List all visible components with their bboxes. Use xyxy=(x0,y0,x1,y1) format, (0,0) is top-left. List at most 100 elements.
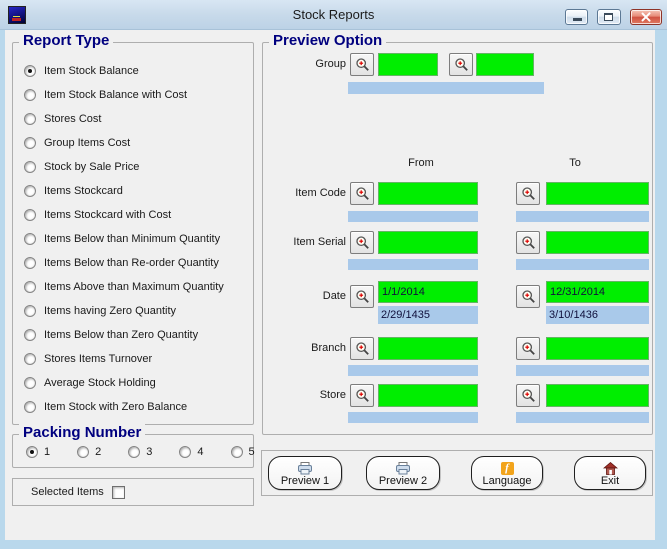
branch-from-field[interactable] xyxy=(378,337,478,360)
radio-icon xyxy=(24,353,36,365)
store-from-description-bar xyxy=(348,412,478,423)
exit-label: Exit xyxy=(601,475,619,487)
group-label: Group xyxy=(263,58,346,70)
preview-1-button[interactable]: Preview 1 xyxy=(268,456,342,490)
radio-icon xyxy=(231,446,243,458)
radio-icon xyxy=(24,377,36,389)
store-to-lookup-button[interactable] xyxy=(516,384,540,407)
preview-2-button[interactable]: Preview 2 xyxy=(366,456,440,490)
to-column-header: To xyxy=(535,157,615,169)
date-from-hijri-field: 2/29/1435 xyxy=(378,306,478,324)
magnifier-zoom-icon xyxy=(454,57,469,72)
item-code-to-field[interactable] xyxy=(546,182,649,205)
packing-radio-1[interactable]: 1 xyxy=(26,446,50,458)
selected-items-panel: Selected Items xyxy=(12,478,254,506)
magnifier-zoom-icon xyxy=(521,235,536,250)
radio-item-stock-balance-with-cost[interactable]: Item Stock Balance with Cost xyxy=(13,83,253,107)
radio-icon xyxy=(24,305,36,317)
minimize-button[interactable] xyxy=(565,9,588,25)
date-from-lookup-button[interactable] xyxy=(350,285,374,308)
radio-item-stock-zero-balance[interactable]: Item Stock with Zero Balance xyxy=(13,395,253,419)
packing-radio-5[interactable]: 5 xyxy=(231,446,255,458)
date-from-field[interactable]: 1/1/2014 xyxy=(378,281,478,303)
store-from-field[interactable] xyxy=(378,384,478,407)
radio-icon xyxy=(24,281,36,293)
store-to-field[interactable] xyxy=(546,384,649,407)
store-from-lookup-button[interactable] xyxy=(350,384,374,407)
exit-button[interactable]: Exit xyxy=(574,456,646,490)
store-to-description-bar xyxy=(516,412,649,423)
radio-icon xyxy=(24,233,36,245)
item-serial-from-description-bar xyxy=(348,259,478,270)
item-serial-from-lookup-button[interactable] xyxy=(350,231,374,254)
group-from-field[interactable] xyxy=(378,53,438,76)
magnifier-zoom-icon xyxy=(521,186,536,201)
packing-number-title: Packing Number xyxy=(19,424,145,441)
radio-icon xyxy=(24,209,36,221)
date-to-hijri-field: 3/10/1436 xyxy=(546,306,649,324)
packing-radio-2[interactable]: 2 xyxy=(77,446,101,458)
magnifier-zoom-icon xyxy=(355,235,370,250)
selected-items-label: Selected Items xyxy=(31,486,104,498)
group-to-lookup-button[interactable] xyxy=(449,53,473,76)
font-f-icon: f xyxy=(501,462,514,475)
radio-icon xyxy=(24,161,36,173)
maximize-button[interactable] xyxy=(597,9,621,25)
magnifier-zoom-icon xyxy=(355,289,370,304)
branch-to-lookup-button[interactable] xyxy=(516,337,540,360)
radio-stock-by-sale-price[interactable]: Stock by Sale Price xyxy=(13,155,253,179)
item-serial-to-lookup-button[interactable] xyxy=(516,231,540,254)
radio-group-items-cost[interactable]: Group Items Cost xyxy=(13,131,253,155)
item-serial-from-field[interactable] xyxy=(378,231,478,254)
date-to-field[interactable]: 12/31/2014 xyxy=(546,281,649,303)
branch-to-field[interactable] xyxy=(546,337,649,360)
radio-icon xyxy=(24,185,36,197)
client-area: Report Type Item Stock Balance Item Stoc… xyxy=(5,30,655,540)
radio-icon xyxy=(24,401,36,413)
item-code-from-field[interactable] xyxy=(378,182,478,205)
group-to-field[interactable] xyxy=(476,53,534,76)
packing-radio-4[interactable]: 4 xyxy=(179,446,203,458)
radio-items-below-minimum-qty[interactable]: Items Below than Minimum Quantity xyxy=(13,227,253,251)
packing-number-groupbox: Packing Number 1 2 3 4 5 xyxy=(12,434,254,468)
language-button[interactable]: f Language xyxy=(471,456,543,490)
close-button[interactable] xyxy=(630,9,662,25)
report-type-title: Report Type xyxy=(19,32,113,49)
language-label: Language xyxy=(483,475,532,487)
radio-stores-items-turnover[interactable]: Stores Items Turnover xyxy=(13,347,253,371)
radio-average-stock-holding[interactable]: Average Stock Holding xyxy=(13,371,253,395)
date-to-lookup-button[interactable] xyxy=(516,285,540,308)
preview-option-title: Preview Option xyxy=(269,32,386,49)
magnifier-zoom-icon xyxy=(521,341,536,356)
radio-icon xyxy=(24,89,36,101)
item-serial-to-description-bar xyxy=(516,259,649,270)
magnifier-zoom-icon xyxy=(355,57,370,72)
group-description-bar xyxy=(348,82,544,94)
radio-icon xyxy=(179,446,191,458)
item-serial-to-field[interactable] xyxy=(546,231,649,254)
item-code-from-lookup-button[interactable] xyxy=(350,182,374,205)
radio-icon xyxy=(77,446,89,458)
radio-items-above-maximum-qty[interactable]: Items Above than Maximum Quantity xyxy=(13,275,253,299)
maximize-icon xyxy=(604,13,613,21)
packing-radio-3[interactable]: 3 xyxy=(128,446,152,458)
branch-from-lookup-button[interactable] xyxy=(350,337,374,360)
item-code-from-description-bar xyxy=(348,211,478,222)
radio-stores-cost[interactable]: Stores Cost xyxy=(13,107,253,131)
magnifier-zoom-icon xyxy=(521,388,536,403)
radio-items-below-reorder-qty[interactable]: Items Below than Re-order Quantity xyxy=(13,251,253,275)
radio-item-stock-balance[interactable]: Item Stock Balance xyxy=(13,59,253,83)
radio-items-stockcard-with-cost[interactable]: Items Stockcard with Cost xyxy=(13,203,253,227)
radio-items-stockcard[interactable]: Items Stockcard xyxy=(13,179,253,203)
preview-option-groupbox: Preview Option Group From To Item Code xyxy=(262,42,653,435)
printer-icon xyxy=(297,462,313,475)
selected-items-checkbox[interactable] xyxy=(112,486,125,499)
radio-items-zero-qty[interactable]: Items having Zero Quantity xyxy=(13,299,253,323)
from-column-header: From xyxy=(381,157,461,169)
group-from-lookup-button[interactable] xyxy=(350,53,374,76)
branch-to-description-bar xyxy=(516,365,649,376)
radio-items-below-zero-qty[interactable]: Items Below than Zero Quantity xyxy=(13,323,253,347)
item-code-to-lookup-button[interactable] xyxy=(516,182,540,205)
radio-icon xyxy=(128,446,140,458)
radio-icon xyxy=(24,257,36,269)
